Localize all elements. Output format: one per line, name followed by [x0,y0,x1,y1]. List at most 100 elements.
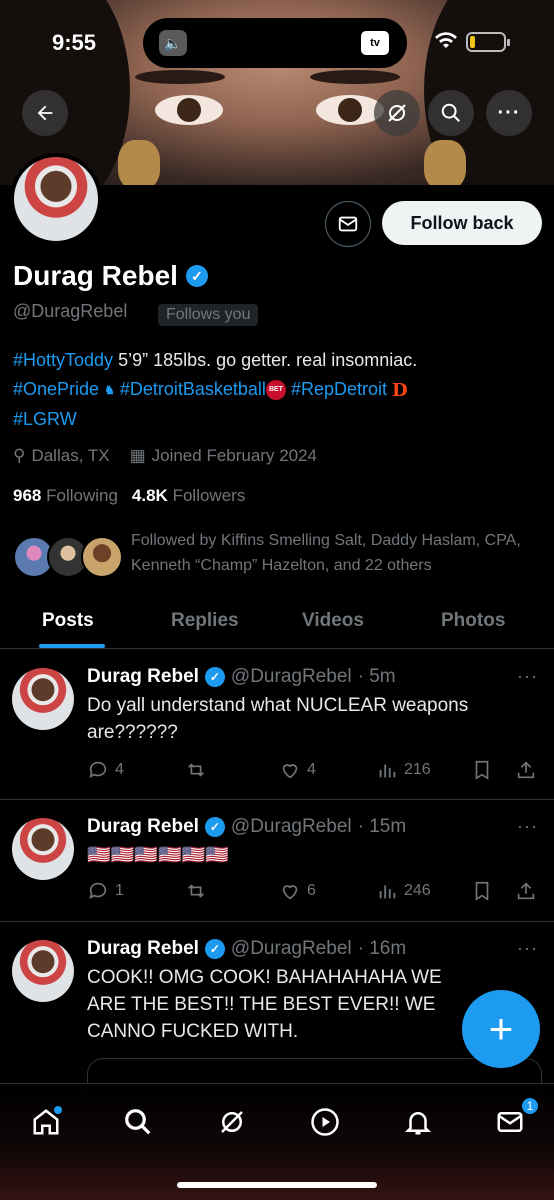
post[interactable]: Durag Rebel ✓ @DuragRebel · 15m ··· 🇺🇸🇺🇸… [0,800,554,922]
envelope-icon [338,216,358,232]
message-button[interactable] [325,201,371,247]
active-tab-indicator [39,644,105,648]
tab-videos[interactable]: Videos [302,610,364,632]
nav-messages[interactable]: 1 [490,1096,540,1142]
share-icon [517,761,535,779]
tigers-logo-icon: D [392,379,408,401]
like-button[interactable]: 6 [279,880,316,902]
following-link[interactable]: 968 Following [13,486,118,506]
home-indicator[interactable] [177,1182,377,1188]
profile-location: Dallas, TX [31,446,110,465]
bookmark-button[interactable] [471,880,493,902]
verified-badge-icon[interactable]: ✓ [185,265,208,287]
tab-posts[interactable]: Posts [42,610,94,632]
views-button[interactable]: 246 [376,880,431,902]
bookmark-icon [475,881,489,901]
compose-post-button[interactable]: + [462,990,540,1068]
reply-button[interactable]: 4 [87,759,124,781]
post-header: Durag Rebel ✓ @DuragRebel · 5m [87,666,396,688]
followers-link[interactable]: 4.8K Followers [132,486,245,506]
post[interactable]: Durag Rebel ✓ @DuragRebel · 5m ··· Do ya… [0,650,554,800]
repost-icon [188,763,204,777]
verified-badge-icon: ✓ [204,817,225,837]
like-button[interactable]: 4 [279,759,316,781]
post-author-name[interactable]: Durag Rebel [87,666,199,688]
more-button[interactable]: ··· [486,90,532,136]
profile-name-row: Durag Rebel ✓ [13,260,208,292]
hashtag-link[interactable]: #LGRW [13,409,77,429]
messages-badge: 1 [520,1096,540,1116]
post-avatar[interactable] [12,668,74,730]
views-icon [379,764,396,778]
share-button[interactable] [515,759,537,781]
back-arrow-icon [37,105,53,121]
follows-you-badge: Follows you [158,304,259,326]
follow-back-button[interactable]: Follow back [382,201,542,245]
bookmark-button[interactable] [471,759,493,781]
bookmark-icon [475,760,489,780]
profile-tabs: Posts Replies Videos Photos [0,597,554,649]
hashtag-link[interactable]: #OnePride [13,379,99,399]
post-text: Do yall understand what NUCLEAR weapons … [87,695,469,743]
profile-joined: Joined February 2024 [151,446,318,465]
nav-video[interactable] [305,1102,345,1142]
speaker-icon: 🔈 [159,30,187,56]
tab-replies[interactable]: Replies [171,610,239,632]
heart-icon [282,885,298,900]
dynamic-island: 🔈 tv [143,18,407,68]
post-text: 🇺🇸🇺🇸🇺🇸🇺🇸🇺🇸🇺🇸 [87,845,229,866]
grok-button[interactable] [374,90,420,136]
post-header: Durag Rebel ✓ @DuragRebel · 15m [87,816,406,838]
back-button[interactable] [22,90,68,136]
post-text: COOK!! OMG COOK! BAHAHAHAHA WE ARE THE B… [87,967,442,1042]
view-count: 246 [404,882,431,899]
post-time: · 16m [357,938,407,959]
profile-avatar[interactable] [10,153,102,245]
view-count: 216 [404,761,431,778]
notification-dot [54,1106,62,1114]
followed-by-text: Followed by Kiffins Smelling Salt, Daddy… [131,532,521,574]
post-avatar[interactable] [12,940,74,1002]
profile-handle: @DuragRebel [13,301,128,321]
nav-search[interactable] [118,1102,158,1142]
repost-button[interactable] [185,759,207,781]
followed-by-row[interactable]: Followed by Kiffins Smelling Salt, Daddy… [13,528,543,588]
repost-icon [188,884,204,898]
share-button[interactable] [515,880,537,902]
heart-icon [282,764,298,779]
views-button[interactable]: 216 [376,759,431,781]
grok-icon [388,104,406,122]
reply-button[interactable]: 1 [87,880,124,902]
hashtag-link[interactable]: #HottyToddy [13,350,113,370]
envelope-icon [497,1112,523,1132]
wifi-icon [434,30,458,56]
nav-home[interactable] [26,1102,66,1142]
post-more-icon[interactable]: ··· [517,938,538,959]
location-pin-icon: ⚲ [13,446,26,465]
profile-meta: ⚲ Dallas, TX ▦ Joined February 2024 [13,446,317,466]
post-avatar[interactable] [12,818,74,880]
hashtag-link[interactable]: #RepDetroit [291,379,387,399]
more-dots-icon: ··· [497,101,521,124]
bell-icon [404,1112,432,1135]
search-button[interactable] [428,90,474,136]
search-icon [125,1109,151,1135]
repost-button[interactable] [185,880,207,902]
tab-photos[interactable]: Photos [441,610,505,632]
lions-logo-icon: ♞ [104,382,115,397]
post-more-icon[interactable]: ··· [517,816,538,837]
nav-notifications[interactable] [398,1102,438,1142]
views-icon [379,885,396,899]
hashtag-link[interactable]: #DetroitBasketball [120,379,266,399]
profile-name: Durag Rebel [13,260,178,291]
reply-icon [89,882,107,899]
post-more-icon[interactable]: ··· [517,666,538,687]
post-author-name[interactable]: Durag Rebel [87,816,199,838]
plus-icon: + [488,1005,514,1052]
post-author-name[interactable]: Durag Rebel [87,938,199,960]
nav-grok[interactable] [212,1102,252,1142]
search-icon [441,103,460,122]
post-actions: 4 4 216 [87,759,542,783]
reply-count: 4 [115,761,124,778]
verified-badge-icon: ✓ [204,667,225,687]
